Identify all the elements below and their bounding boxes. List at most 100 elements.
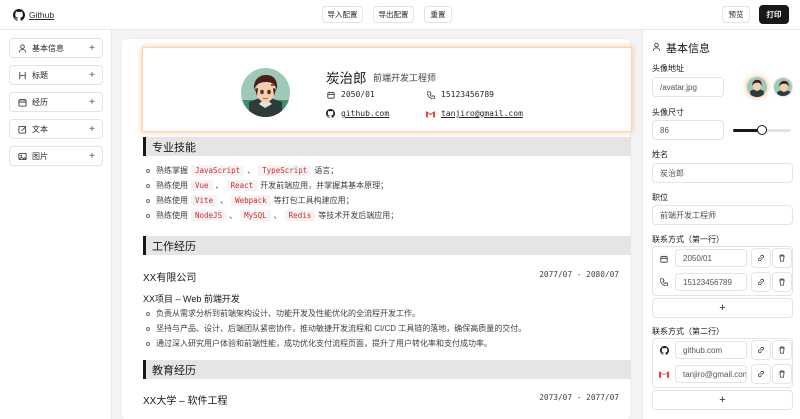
heading-icon (17, 70, 27, 80)
contact-email[interactable]: tanjiro@gmail.com (426, 109, 523, 118)
skill-tag: Vue (191, 180, 213, 191)
contact-row2-item-input[interactable]: github.com (675, 341, 747, 359)
phone-icon (659, 278, 669, 288)
contact-phone: 15123456789 (426, 90, 494, 99)
avatar-url-label: 头像地址 (652, 64, 684, 73)
link-icon[interactable] (751, 364, 771, 384)
contact-row2-label: 联系方式（第二行） (652, 327, 724, 336)
module-sidebar: 基本信息 + 标题 + 经历 + 文本 + 图片 + (0, 30, 112, 419)
skill-text: 熟练使用 (156, 211, 188, 220)
link-icon[interactable] (751, 272, 771, 292)
work-item: 坚持与产品、设计、后端团队紧密协作，推动敏捷开发流程和 CI/CD 工具链的落地… (146, 323, 526, 334)
skill-tag: Redis (284, 210, 316, 221)
slider-thumb[interactable] (757, 125, 767, 135)
bullet-icon (146, 311, 150, 316)
image-icon (17, 151, 27, 161)
work-item: 通过深入研究用户体验和前端性能，成功优化支付流程页面，提升了用户转化率和支付成功… (146, 338, 492, 349)
add-contact-row2-button[interactable]: + (652, 390, 793, 410)
job-input[interactable]: 前端开发工程师 (652, 205, 793, 225)
skill-tag: MySQL (240, 210, 271, 221)
section-title-education[interactable]: 教育经历 (143, 360, 631, 379)
sidebar-item-label: 标题 (32, 70, 48, 80)
avatar-preview-small[interactable] (773, 77, 793, 97)
link-icon[interactable] (751, 248, 771, 268)
sidebar-item-basic-info[interactable]: 基本信息 + (9, 38, 103, 58)
skill-tag: React (226, 180, 258, 191)
bullet-icon (146, 326, 150, 331)
github-icon (660, 346, 669, 357)
contact-phone-text: 15123456789 (441, 90, 494, 99)
work-item: 负责从需求分析到前端架构设计、功能开发及性能优化的全流程开发工作。 (146, 308, 420, 319)
gmail-icon (659, 370, 669, 380)
contact-github-text: github.com (341, 109, 390, 118)
top-bar: Github 导入配置 导出配置 重置 预览 打印 (0, 0, 800, 30)
avatar (241, 68, 290, 117)
bullet-icon (146, 183, 150, 188)
resume-name: 炭治郎 (326, 71, 367, 86)
skill-tag: Vite (191, 195, 218, 206)
github-icon (326, 109, 335, 118)
contact-row1-label: 联系方式（第一行） (652, 235, 724, 244)
skill-text: 语言； (314, 166, 339, 175)
contact-github[interactable]: github.com (326, 109, 389, 118)
work-item-text: 通过深入研究用户体验和前端性能，成功优化支付流程页面，提升了用户转化率和支付成功… (156, 339, 492, 348)
skill-line: 熟练使用 Vue、 React 开发前端应用，并掌握其基本原理； (146, 180, 388, 191)
skill-line: 熟练使用 NodeJS、 MySQL、 Redis 等技术开发后端应用； (146, 210, 398, 221)
name-input[interactable]: 炭治郎 (652, 163, 793, 183)
plus-icon: + (89, 96, 95, 108)
avatar-url-input[interactable]: /avatar.jpg (652, 77, 724, 97)
contact-birth: 2050/01 (326, 90, 375, 99)
trash-icon[interactable] (772, 340, 792, 360)
avatar-preview (747, 77, 767, 97)
trash-icon[interactable] (772, 364, 792, 384)
bullet-icon (146, 168, 150, 173)
panel-title: 基本信息 (652, 40, 710, 56)
github-link[interactable]: Github (13, 9, 54, 21)
calendar-icon (660, 255, 668, 265)
section-title-skills[interactable]: 专业技能 (143, 137, 631, 156)
contact-row1-item-input[interactable]: 15123456789 (675, 273, 747, 291)
import-config-button[interactable]: 导入配置 (322, 6, 363, 23)
bullet-icon (146, 213, 150, 218)
export-config-button[interactable]: 导出配置 (373, 6, 414, 23)
sidebar-item-experience[interactable]: 经历 + (9, 92, 103, 112)
link-icon[interactable] (751, 340, 771, 360)
property-panel: 基本信息 头像地址 /avatar.jpg 头像尺寸 86 姓名 炭治郎 职位 … (642, 30, 800, 419)
skill-text: 等技术开发后端应用； (318, 211, 399, 220)
company-dates: 2077/07 - 2080/07 (539, 270, 619, 279)
contact-row2-list: github.com tanjiro@gmail.com (652, 338, 793, 388)
print-button[interactable]: 打印 (759, 5, 789, 24)
skill-tag: NodeJS (191, 210, 227, 221)
name-label: 姓名 (652, 150, 668, 159)
add-contact-row1-button[interactable]: + (652, 298, 793, 318)
preview-button[interactable]: 预览 (722, 6, 750, 23)
panel-title-text: 基本信息 (666, 43, 710, 55)
bullet-icon (146, 198, 150, 203)
project-title: XX项目 – Web 前端开发 (143, 294, 240, 304)
avatar-size-slider[interactable] (733, 125, 791, 135)
contact-row1-list: 2050/01 15123456789 (652, 246, 793, 296)
sidebar-item-image[interactable]: 图片 + (9, 146, 103, 166)
skill-text: 熟练掌握 (156, 166, 188, 175)
sidebar-item-label: 文本 (32, 124, 48, 134)
sidebar-item-heading[interactable]: 标题 + (9, 65, 103, 85)
trash-icon[interactable] (772, 272, 792, 292)
sidebar-item-text[interactable]: 文本 + (9, 119, 103, 139)
avatar-size-input[interactable]: 86 (652, 120, 724, 140)
plus-icon: + (89, 123, 95, 135)
contact-row1-item-input[interactable]: 2050/01 (675, 249, 747, 267)
github-icon (13, 9, 25, 21)
trash-icon[interactable] (772, 248, 792, 268)
avatar-size-label: 头像尺寸 (652, 108, 684, 117)
skill-tag: TypeScript (258, 165, 312, 176)
contact-row2-item-input[interactable]: tanjiro@gmail.com (675, 365, 747, 383)
basic-info-card[interactable]: 炭治郎 前端开发工程师 2050/01 15123456789 github.c… (142, 47, 632, 132)
company-name: XX有限公司 (143, 273, 197, 284)
skill-text: 熟练使用 (156, 196, 188, 205)
resume-page: 炭治郎 前端开发工程师 2050/01 15123456789 github.c… (122, 39, 632, 419)
skill-text: 等打包工具构建应用； (273, 196, 354, 205)
section-title-work[interactable]: 工作经历 (143, 236, 631, 255)
job-label: 职位 (652, 193, 668, 202)
reset-button[interactable]: 重置 (424, 6, 452, 23)
contact-email-text: tanjiro@gmail.com (441, 109, 523, 118)
